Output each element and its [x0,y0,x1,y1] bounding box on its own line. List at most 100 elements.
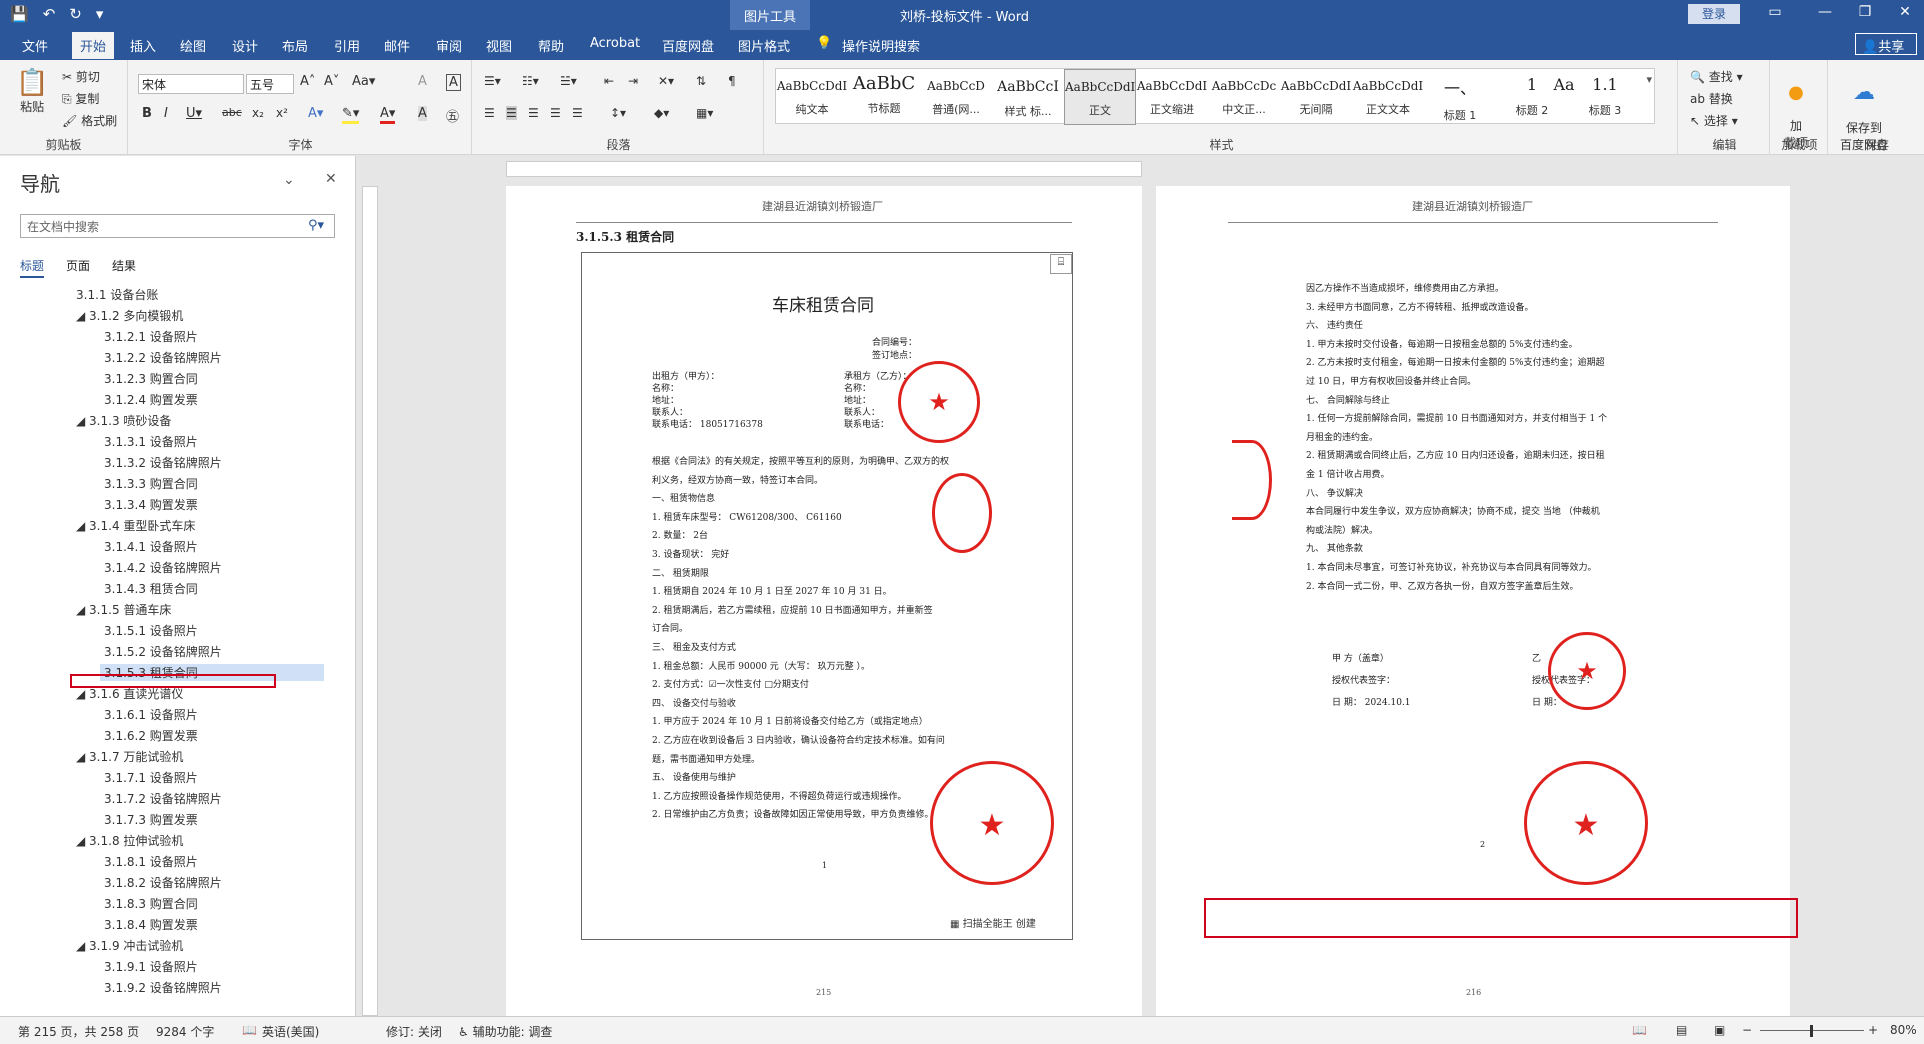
page-count[interactable]: 第 215 页，共 258 页 [18,1023,139,1040]
cut-button[interactable]: ✂ 剪切 [62,68,100,85]
selected-picture[interactable]: 车床租赁合同 合同编号： 签订地点： 出租方（甲方）： 名称： 地址： 联系人：… [581,252,1073,940]
nav-heading[interactable]: ◢ 3.1.3 喷砂设备 [76,412,171,429]
grow-font-icon[interactable]: A˄ [300,74,315,89]
bold-icon[interactable]: B [142,106,152,121]
tab-picture-format[interactable]: 图片格式 [738,36,790,55]
show-marks-icon[interactable]: ¶ [728,74,736,88]
nav-heading[interactable]: 3.1.4.3 租赁合同 [104,580,198,597]
font-color-icon[interactable]: A▾ [380,106,396,124]
chinese-layout-icon[interactable]: ✕▾ [658,74,674,88]
nav-heading[interactable]: 3.1.1 设备台账 [76,286,158,303]
style-item[interactable]: 一、 标题 1 [1424,69,1496,125]
shrink-font-icon[interactable]: A˅ [324,74,339,89]
nav-heading[interactable]: 3.1.3.4 购置发票 [104,496,198,513]
track-changes[interactable]: 修订: 关闭 [386,1023,442,1040]
style-item[interactable]: AaBbCcDc 中文正... [1208,69,1280,125]
tab-view[interactable]: 视图 [486,36,512,55]
tab-references[interactable]: 引用 [334,36,360,55]
italic-icon[interactable]: I [164,106,168,121]
undo-icon[interactable]: ↶ [43,5,56,23]
ribbon-display-icon[interactable]: ▭ [1760,4,1790,20]
minimize-icon[interactable]: — [1810,4,1840,20]
nav-heading[interactable]: ◢ 3.1.7 万能试验机 [76,748,183,765]
nav-heading[interactable]: ◢ 3.1.5 普通车床 [76,601,171,618]
font-name-combo[interactable]: 宋体 [138,74,244,94]
nav-heading[interactable]: 3.1.5.1 设备照片 [104,622,198,639]
nav-heading[interactable]: 3.1.2.1 设备照片 [104,328,198,345]
zoom-out-icon[interactable]: − [1742,1023,1752,1037]
tab-insert[interactable]: 插入 [130,36,156,55]
nav-heading[interactable]: ◢ 3.1.4 重型卧式车床 [76,517,195,534]
tab-acrobat[interactable]: Acrobat [590,36,640,51]
nav-heading[interactable]: ◢ 3.1.8 拉伸试验机 [76,832,183,849]
nav-heading[interactable]: 3.1.8.1 设备照片 [104,853,198,870]
nav-heading[interactable]: 3.1.3.1 设备照片 [104,433,198,450]
nav-heading[interactable]: 3.1.6.2 购置发票 [104,727,198,744]
style-item[interactable]: AaBbCcDdI 纯文本 [776,69,848,125]
nav-search-input[interactable]: 在文档中搜索 [20,214,335,238]
zoom-slider-thumb[interactable] [1810,1025,1813,1037]
strikethrough-icon[interactable]: abc [222,106,242,119]
customize-qat-icon[interactable]: ▾ [96,5,104,23]
char-border-icon[interactable]: A [446,74,461,91]
nav-heading[interactable]: 3.1.8.2 设备铭牌照片 [104,874,222,891]
layout-options-icon[interactable]: ⌸ [1050,254,1072,274]
text-effects-icon[interactable]: A▾ [308,106,323,121]
word-count[interactable]: 9284 个字 [156,1023,214,1040]
borders-icon[interactable]: ▦▾ [696,106,713,120]
increase-indent-icon[interactable]: ⇥ [628,74,638,88]
nav-close-icon[interactable]: ✕ [325,171,337,187]
numbering-icon[interactable]: ☷▾ [522,74,539,88]
restore-icon[interactable]: ❐ [1850,4,1880,20]
gallery-more-icon[interactable]: ▾ [1646,73,1652,86]
document-page-215[interactable]: 建湖县近湖镇刘桥锻造厂 3.1.5.3 租赁合同 车床租赁合同 合同编号： 签订… [506,186,1142,1016]
tab-draw[interactable]: 绘图 [180,36,206,55]
align-center-icon[interactable]: ☰ [506,106,517,120]
underline-icon[interactable]: U▾ [186,106,202,121]
search-icon[interactable]: ⚲▾ [308,218,324,233]
close-window-icon[interactable]: ✕ [1890,4,1920,20]
nav-heading[interactable]: 3.1.8.4 购置发票 [104,916,198,933]
decrease-indent-icon[interactable]: ⇤ [604,74,614,88]
highlight-icon[interactable]: ✎▾ [342,106,360,124]
style-item[interactable]: 1.1 标题 3 [1574,69,1636,125]
save-icon[interactable]: 💾 [10,5,29,23]
sort-icon[interactable]: ⇅ [696,74,706,88]
accessibility[interactable]: ♿ 辅助功能: 调查 [458,1023,552,1040]
tab-help[interactable]: 帮助 [538,36,564,55]
redo-icon[interactable]: ↻ [69,5,82,23]
style-item[interactable]: AaBbCcDdI 无间隔 [1280,69,1352,125]
change-case-icon[interactable]: Aa▾ [352,74,375,89]
zoom-in-icon[interactable]: + [1868,1023,1878,1037]
style-item[interactable]: AaBbCcDdI 正文缩进 [1136,69,1208,125]
style-item[interactable]: AaBbCcD 普通(网... [920,69,992,125]
nav-tab-pages[interactable]: 页面 [66,257,90,278]
nav-options-icon[interactable]: ⌄ [283,172,295,188]
style-item[interactable]: AaBbCcDdI 正文文本 [1352,69,1424,125]
style-item[interactable]: AaBbCcDdI 正文 [1064,69,1136,125]
style-item[interactable]: AaBbC 节标题 [848,69,920,125]
nav-heading[interactable]: 3.1.4.2 设备铭牌照片 [104,559,222,576]
nav-heading[interactable]: 3.1.2.3 购置合同 [104,370,198,387]
tab-file[interactable]: 文件 [22,36,48,55]
tab-layout[interactable]: 布局 [282,36,308,55]
copy-button[interactable]: ⎘ 复制 [62,90,99,107]
nav-heading[interactable]: 3.1.7.3 购置发票 [104,811,198,828]
nav-heading[interactable]: 3.1.2.2 设备铭牌照片 [104,349,222,366]
shading-icon[interactable]: ◆▾ [654,106,669,120]
nav-tab-headings[interactable]: 标题 [20,257,45,278]
document-page-216[interactable]: 建湖县近湖镇刘桥锻造厂 因乙方操作不当造成损坏，维修费用由乙方承担。 3. 未经… [1156,186,1790,1016]
multilevel-list-icon[interactable]: ☱▾ [560,74,577,88]
align-right-icon[interactable]: ☰ [528,106,539,120]
tab-home[interactable]: 开始 [72,32,115,59]
nav-heading[interactable]: 3.1.8.3 购置合同 [104,895,198,912]
proofing-icon[interactable]: 📖 [242,1023,257,1037]
read-mode-icon[interactable]: 📖 [1632,1023,1647,1037]
nav-heading[interactable]: 3.1.3.2 设备铭牌照片 [104,454,222,471]
tab-design[interactable]: 设计 [232,36,258,55]
zoom-level[interactable]: 80% [1890,1023,1917,1037]
nav-heading[interactable]: 3.1.6.1 设备照片 [104,706,198,723]
nav-heading[interactable]: 3.1.9.1 设备照片 [104,958,198,975]
web-layout-icon[interactable]: ▣ [1714,1023,1725,1037]
paste-button[interactable]: 📋 粘贴 [16,68,48,115]
